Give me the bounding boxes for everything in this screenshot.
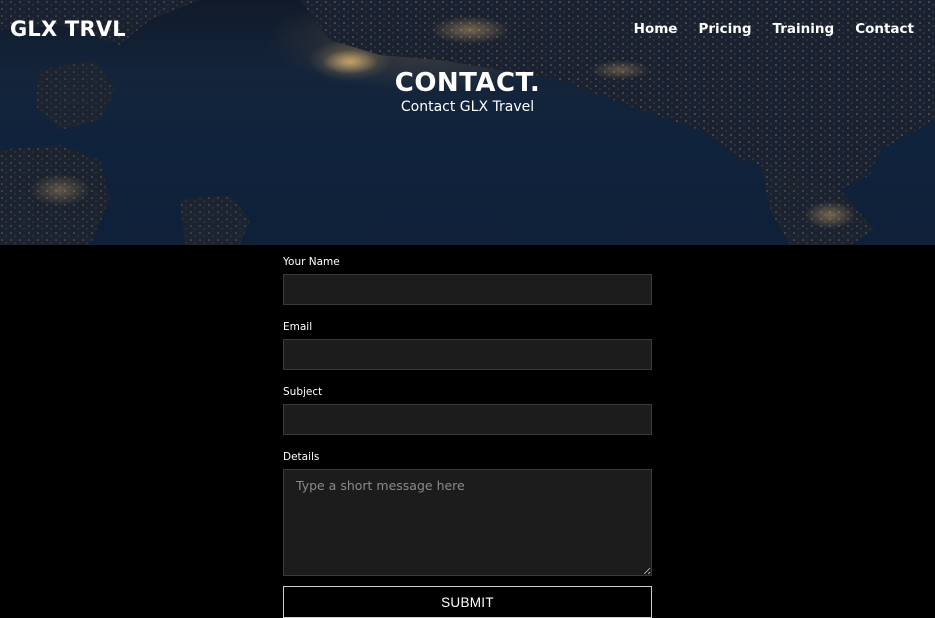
details-label: Details — [283, 451, 320, 463]
email-label: Email — [283, 321, 313, 333]
subject-label: Subject — [283, 386, 323, 398]
nav-link-pricing[interactable]: Pricing — [698, 21, 751, 37]
nav-link-training[interactable]: Training — [773, 21, 835, 37]
details-textarea[interactable] — [283, 469, 652, 576]
nav-links: Home Pricing Training Contact — [613, 21, 914, 37]
page-title: CONTACT. — [394, 68, 541, 98]
top-navigation: GLX TRVL Home Pricing Training Contact — [0, 0, 935, 58]
name-label: Your Name — [283, 256, 340, 268]
subject-input[interactable] — [283, 404, 652, 435]
name-input[interactable] — [283, 274, 652, 305]
page-subtitle: Contact GLX Travel — [400, 99, 535, 115]
submit-button[interactable]: SUBMIT — [283, 586, 652, 618]
site-logo[interactable]: GLX TRVL — [10, 17, 126, 41]
nav-link-contact[interactable]: Contact — [855, 21, 914, 37]
contact-form: Your Name Email Subject Details SUBMIT — [283, 255, 652, 618]
nav-link-home[interactable]: Home — [634, 21, 678, 37]
hero-banner: GLX TRVL Home Pricing Training Contact C… — [0, 0, 935, 245]
email-input[interactable] — [283, 339, 652, 370]
